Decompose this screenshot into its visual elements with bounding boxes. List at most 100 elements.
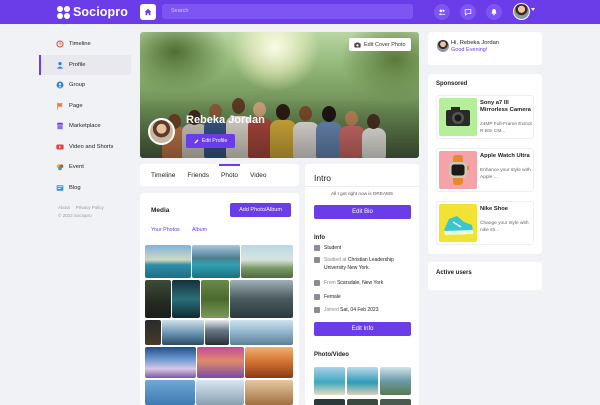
briefcase-icon [314,245,320,251]
photo-thumbnail[interactable] [145,280,171,318]
divider [305,186,419,187]
store-icon [56,122,64,130]
profile-name: Rebeka Jordan [186,114,265,126]
profile-avatar[interactable] [148,118,175,145]
sidebar-item-label: Marketplace [69,123,101,130]
edit-profile-button[interactable]: Edit Profile [186,134,235,148]
shoe-product-image [439,204,477,242]
tab-photo[interactable]: Photo [215,164,244,186]
clock-icon [56,40,64,48]
friends-button[interactable] [434,4,450,20]
intro-card: Intro All I got right now is DREAMS Edit… [305,164,419,405]
profile-tabs: Timeline Friends Photo Video [140,164,299,186]
privacy-link[interactable]: Privacy Policy [76,205,104,210]
about-link[interactable]: About [58,205,70,210]
sidebar-item-page[interactable]: Page [39,96,131,117]
add-photo-album-button[interactable]: Add Photo/Album [230,203,291,217]
top-navbar: Sociopro Search [0,0,600,24]
edit-cover-label: Edit Cover Photo [364,41,406,48]
media-title: Media [151,207,170,214]
tab-timeline[interactable]: Timeline [145,164,181,186]
search-input[interactable]: Search [162,4,413,19]
messages-button[interactable] [460,4,476,20]
tab-your-photos[interactable]: Your Photos [151,227,180,233]
product-name: Sony a7 III Mirrorless Camera [480,100,531,113]
sponsored-item[interactable]: Sony a7 III Mirrorless Camera 24MP Full-… [436,95,534,139]
media-card: Media Add Photo/Album Your Photos Album [140,193,299,405]
product-desc: Change your style with nike sh... [480,221,529,233]
camera-icon [354,41,361,47]
tab-video[interactable]: Video [244,164,273,186]
photo-thumbnail[interactable] [380,367,411,395]
graduation-icon [314,257,320,263]
photo-thumbnail[interactable] [245,347,293,378]
camera-product-image [439,98,477,136]
photo-thumbnail[interactable] [241,245,293,278]
sidebar-item-profile[interactable]: Profile [39,54,131,75]
photo-thumbnail[interactable] [197,347,244,378]
tab-friends[interactable]: Friends [181,164,215,186]
photo-thumbnail[interactable] [380,399,411,405]
copyright: © 2023 Sociopro [58,213,92,218]
photo-thumbnail[interactable] [347,399,378,405]
app-logo[interactable]: Sociopro [57,3,128,21]
photo-thumbnail[interactable] [245,380,293,405]
photo-video-title: Photo/Video [314,352,349,358]
photo-thumbnail[interactable] [205,320,229,345]
sidebar-item-marketplace[interactable]: Marketplace [39,116,131,137]
sponsored-item[interactable]: Apple Watch Ultra Enhance your style wit… [436,148,534,192]
sidebar-item-timeline[interactable]: Timeline [39,34,131,55]
sidebar-item-blog[interactable]: Blog [39,178,131,199]
sidebar-item-video[interactable]: Video and Shorts [39,137,131,158]
intro-title: Intro [314,173,332,183]
user-icon [314,294,320,300]
edit-cover-button[interactable]: Edit Cover Photo [349,38,411,51]
sponsored-item[interactable]: Nike Shoe Change your style with nike sh… [436,201,534,245]
notifications-button[interactable] [486,4,502,20]
info-joined: Joined Sat, 04 Feb 2023 [314,306,414,314]
photo-thumbnail[interactable] [145,380,195,405]
photo-thumbnail[interactable] [192,245,240,278]
clock-icon [314,307,320,313]
info-gender: Female [314,293,414,301]
sidebar: Timeline Profile Group Page Marketplace … [39,34,131,198]
user-avatar[interactable] [513,3,530,20]
photo-thumbnail[interactable] [145,347,196,378]
bio-text: All I got right now is DREAMS [331,191,393,196]
photo-thumbnail[interactable] [145,320,161,345]
avatar[interactable] [437,40,449,52]
photo-thumbnail[interactable] [201,280,229,318]
info-studied: Studied at Christian Leadership Universi… [314,256,414,272]
video-icon [56,143,64,151]
bell-icon [491,8,497,16]
chevron-down-icon[interactable] [531,8,535,11]
sidebar-item-label: Video and Shorts [69,143,114,150]
edit-info-button[interactable]: Edit Info [314,322,411,336]
edit-profile-label: Edit Profile [201,138,228,144]
photo-thumbnail[interactable] [162,320,204,345]
edit-bio-button[interactable]: Edit Bio [314,205,411,219]
photo-thumbnail[interactable] [347,367,378,395]
people-icon [438,9,446,15]
product-desc: 24MP Full-Frame Exmor R BSI CM... [480,122,533,134]
greeting-name: Hi, Rebeka Jordan [451,40,500,46]
home-icon [144,8,152,16]
photo-thumbnail[interactable] [314,399,345,405]
home-button[interactable] [140,4,156,20]
sidebar-item-label: Profile [69,61,86,68]
sidebar-item-group[interactable]: Group [39,75,131,96]
photo-thumbnail[interactable] [145,245,191,278]
photo-thumbnail[interactable] [230,320,293,345]
user-icon [56,61,64,69]
photo-thumbnail[interactable] [172,280,200,318]
sidebar-item-label: Timeline [69,41,91,48]
photo-thumbnail[interactable] [314,367,345,395]
photo-thumbnail[interactable] [230,280,293,318]
sponsored-title: Sponsored [436,81,468,87]
pencil-icon [194,139,199,143]
greeting-card: Hi, Rebeka Jordan Good Evening! [428,32,542,65]
photo-thumbnail[interactable] [196,380,244,405]
active-users-title: Active users [436,270,472,276]
tab-album[interactable]: Album [192,227,207,233]
sidebar-item-event[interactable]: Event [39,157,131,178]
